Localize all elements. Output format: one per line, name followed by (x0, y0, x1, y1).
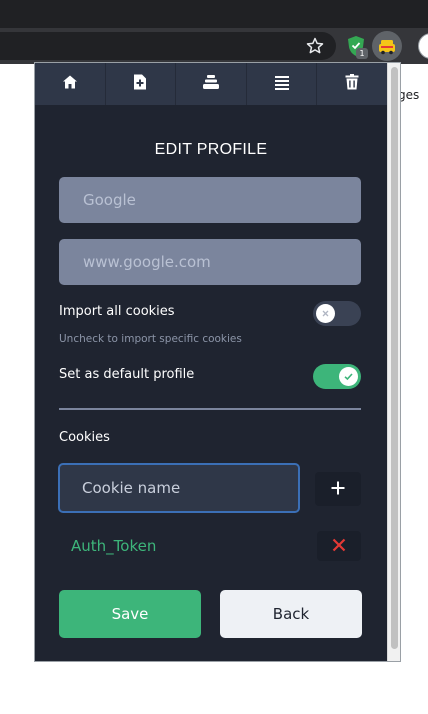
popup-scrollbar[interactable] (387, 63, 400, 661)
stack-icon (202, 74, 220, 94)
toggle-knob (339, 367, 358, 386)
nav-new-profile-button[interactable] (106, 63, 177, 105)
save-button[interactable]: Save (59, 590, 201, 638)
add-cookie-button[interactable] (315, 472, 361, 506)
cookie-name-input[interactable] (58, 463, 300, 513)
address-bar[interactable] (0, 32, 336, 60)
cookie-list-item: Auth_Token (59, 529, 361, 565)
nav-list-button[interactable] (247, 63, 318, 105)
import-all-toggle[interactable] (313, 301, 361, 326)
nav-delete-button[interactable] (317, 63, 387, 105)
plus-icon (331, 480, 345, 499)
cookie-extension-icon[interactable] (372, 31, 402, 61)
profile-domain-input[interactable] (59, 239, 361, 285)
import-all-label: Import all cookies (59, 304, 175, 319)
trash-icon (345, 74, 359, 94)
extension-badge: 1 (356, 48, 368, 59)
cookies-section-label: Cookies (59, 430, 110, 445)
cookie-name[interactable]: Auth_Token (71, 537, 156, 555)
default-profile-label: Set as default profile (59, 367, 195, 382)
toggle-knob (316, 304, 335, 323)
import-all-hint: Uncheck to import specific cookies (59, 333, 242, 345)
profile-name-input[interactable] (59, 177, 361, 223)
default-profile-toggle[interactable] (313, 364, 361, 389)
avatar[interactable] (418, 33, 428, 59)
divider (59, 408, 361, 410)
back-button[interactable]: Back (220, 590, 362, 638)
nav-stack-button[interactable] (176, 63, 247, 105)
nav-home-button[interactable] (35, 63, 106, 105)
close-icon (322, 310, 329, 317)
list-icon (274, 74, 290, 94)
page-text-fragment: ges (398, 88, 420, 102)
new-file-icon (133, 74, 147, 94)
remove-cookie-button[interactable] (317, 531, 361, 561)
home-icon (62, 74, 78, 94)
popup-nav (35, 63, 387, 105)
browser-toolbar: 1 (0, 28, 428, 64)
close-icon (332, 537, 346, 556)
browser-tab-strip (0, 0, 428, 28)
page-title: EDIT PROFILE (154, 141, 268, 158)
star-icon[interactable] (305, 36, 325, 56)
scrollbar-thumb[interactable] (391, 67, 398, 649)
check-icon (344, 373, 353, 381)
extension-popup: EDIT PROFILE Import all cookies Uncheck … (34, 62, 401, 662)
